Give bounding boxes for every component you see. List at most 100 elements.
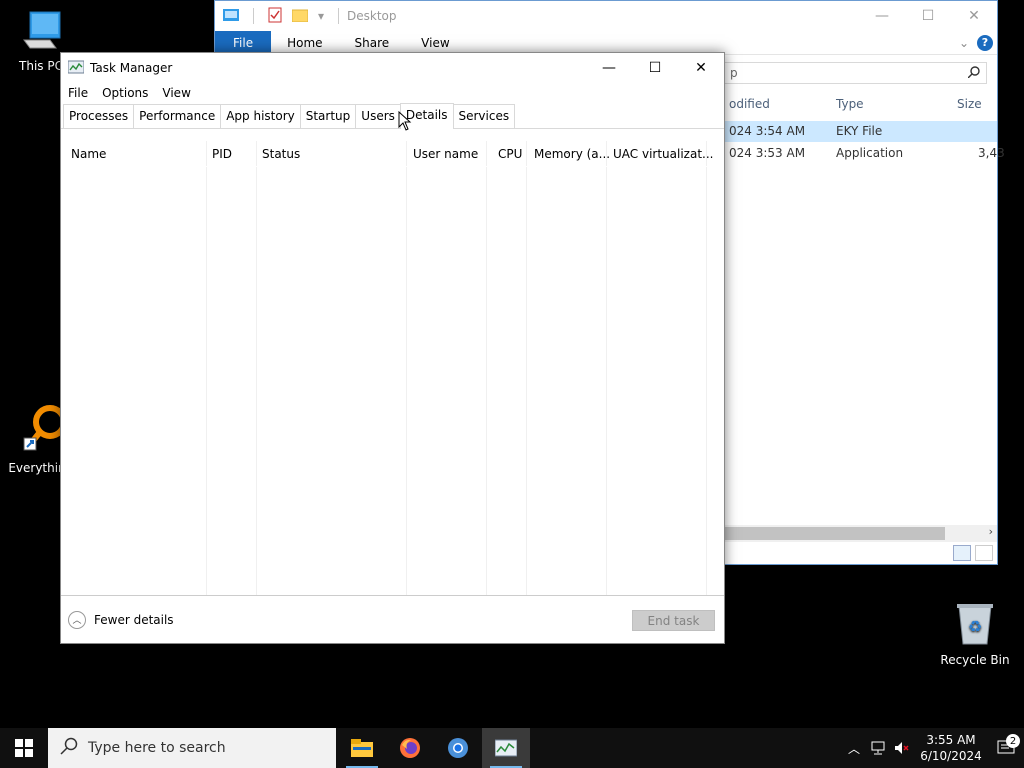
close-button[interactable]: ✕ <box>951 1 997 31</box>
column-divider <box>706 141 707 595</box>
column-header-user-name[interactable]: User name <box>413 147 478 161</box>
task-manager-icon <box>495 739 517 757</box>
notification-count-badge: 2 <box>1006 734 1020 748</box>
column-divider <box>486 141 487 595</box>
large-icons-view-button[interactable] <box>975 545 993 561</box>
column-divider <box>256 141 257 595</box>
explorer-app-icon <box>223 8 239 25</box>
desktop-icon-label: Recycle Bin <box>940 653 1010 667</box>
desktop-icon-label: Everythin <box>8 461 66 475</box>
maximize-button[interactable]: ☐ <box>632 53 678 83</box>
column-header-date-modified[interactable]: odified <box>729 97 770 111</box>
search-icon <box>60 737 78 759</box>
column-header-uac-virtualization[interactable]: UAC virtualizat... <box>613 147 713 161</box>
expand-ribbon-chevron-icon[interactable]: ⌄ <box>959 36 969 50</box>
taskbar-clock[interactable]: 3:55 AM 6/10/2024 <box>914 732 988 764</box>
desktop-icon-recycle-bin[interactable]: ♻ Recycle Bin <box>938 602 1012 667</box>
start-button[interactable] <box>0 728 48 768</box>
file-list-header: odified Type Size <box>723 95 997 115</box>
tab-services[interactable]: Services <box>452 104 516 128</box>
minimize-button[interactable]: — <box>586 53 632 83</box>
tab-users[interactable]: Users <box>355 104 401 128</box>
column-header-size[interactable]: Size <box>957 97 982 111</box>
explorer-title: Desktop <box>347 9 397 23</box>
ribbon-tab-file[interactable]: File <box>215 31 272 54</box>
search-input[interactable]: p <box>723 62 987 84</box>
task-manager-titlebar[interactable]: Task Manager — ☐ ✕ <box>61 53 724 83</box>
close-button[interactable]: ✕ <box>678 53 724 83</box>
computer-icon <box>4 10 78 55</box>
file-row[interactable]: 024 3:53 AM Application 3,43 <box>723 143 1005 164</box>
ribbon-tab-share[interactable]: Share <box>339 31 406 54</box>
folder-icon <box>351 739 373 757</box>
scroll-right-arrow-icon[interactable]: › <box>989 525 993 538</box>
minimize-button[interactable]: — <box>859 1 905 31</box>
scrollbar-thumb[interactable] <box>723 527 945 540</box>
help-icon[interactable]: ? <box>977 34 993 51</box>
tab-processes[interactable]: Processes <box>63 104 135 128</box>
column-header-type[interactable]: Type <box>836 97 864 111</box>
task-manager-app-icon <box>67 60 85 77</box>
search-icon <box>967 65 980 81</box>
end-task-button[interactable]: End task <box>632 610 715 631</box>
windows-logo-icon <box>15 739 33 757</box>
maximize-button[interactable]: ☐ <box>905 1 951 31</box>
task-manager-title: Task Manager <box>90 61 173 75</box>
action-center-button[interactable]: 2 <box>988 734 1024 756</box>
clock-date: 6/10/2024 <box>920 749 982 763</box>
column-header-name[interactable]: Name <box>71 147 106 161</box>
task-manager-window[interactable]: Task Manager — ☐ ✕ File Options View Pro… <box>60 52 725 644</box>
file-modified: 024 3:53 AM <box>729 146 806 160</box>
details-view-button[interactable] <box>953 545 971 561</box>
menu-options[interactable]: Options <box>97 86 153 100</box>
column-header-memory[interactable]: Memory (a... <box>534 147 610 161</box>
column-header-cpu[interactable]: CPU <box>498 147 522 161</box>
explorer-titlebar[interactable]: ▾ Desktop — ☐ ✕ <box>215 1 997 31</box>
properties-icon[interactable] <box>268 7 282 26</box>
ribbon-tab-home[interactable]: Home <box>271 31 338 54</box>
search-input-text: p <box>730 66 738 80</box>
column-header-pid[interactable]: PID <box>212 147 232 161</box>
file-size: 3,43 <box>978 146 1005 160</box>
system-tray: ︿ 3:55 AM 6/10/2024 2 <box>842 728 1024 768</box>
desktop-icon-label: This PC <box>19 59 63 73</box>
column-divider <box>606 141 607 595</box>
show-hidden-icons-chevron-icon[interactable]: ︿ <box>842 740 866 757</box>
tab-app-history[interactable]: App history <box>220 104 301 128</box>
taskbar-task-manager[interactable] <box>482 728 530 768</box>
details-table-header: ⌄ Name PID Status User name CPU Memory (… <box>61 141 724 167</box>
details-table[interactable]: ⌄ Name PID Status User name CPU Memory (… <box>61 141 724 595</box>
svg-text:♻: ♻ <box>968 617 982 636</box>
column-divider <box>206 141 207 595</box>
menu-bar: File Options View <box>61 83 724 103</box>
tab-performance[interactable]: Performance <box>133 104 222 128</box>
ribbon-tab-view[interactable]: View <box>405 31 465 54</box>
menu-file[interactable]: File <box>63 86 93 100</box>
file-modified: 024 3:54 AM <box>729 124 806 138</box>
new-folder-icon[interactable] <box>291 8 309 25</box>
firefox-icon <box>400 738 420 758</box>
column-divider <box>406 141 407 595</box>
horizontal-scrollbar[interactable]: › <box>723 525 997 542</box>
taskbar: Type here to search ︿ 3:55 AM 6/10/2024 … <box>0 728 1024 768</box>
taskbar-chrome[interactable] <box>434 728 482 768</box>
quick-access-dropdown-icon[interactable]: ▾ <box>318 9 324 23</box>
taskbar-firefox[interactable] <box>386 728 434 768</box>
collapse-chevron-up-icon[interactable]: ︿ <box>68 610 86 629</box>
chrome-icon <box>448 738 468 758</box>
column-header-status[interactable]: Status <box>262 147 300 161</box>
fewer-details-link[interactable]: Fewer details <box>94 613 174 627</box>
menu-view[interactable]: View <box>157 86 195 100</box>
volume-muted-icon[interactable] <box>890 741 914 755</box>
file-type: Application <box>836 146 904 160</box>
network-icon[interactable] <box>866 741 890 755</box>
task-manager-footer: ︿ Fewer details End task <box>61 595 724 643</box>
file-row[interactable]: 024 3:54 AM EKY File <box>723 121 997 142</box>
taskbar-file-explorer[interactable] <box>338 728 386 768</box>
column-divider <box>526 141 527 595</box>
file-type: EKY File <box>836 124 883 138</box>
taskbar-search-box[interactable]: Type here to search <box>48 728 336 768</box>
divider <box>338 8 340 24</box>
tab-startup[interactable]: Startup <box>299 104 357 128</box>
clock-time: 3:55 AM <box>926 733 976 747</box>
